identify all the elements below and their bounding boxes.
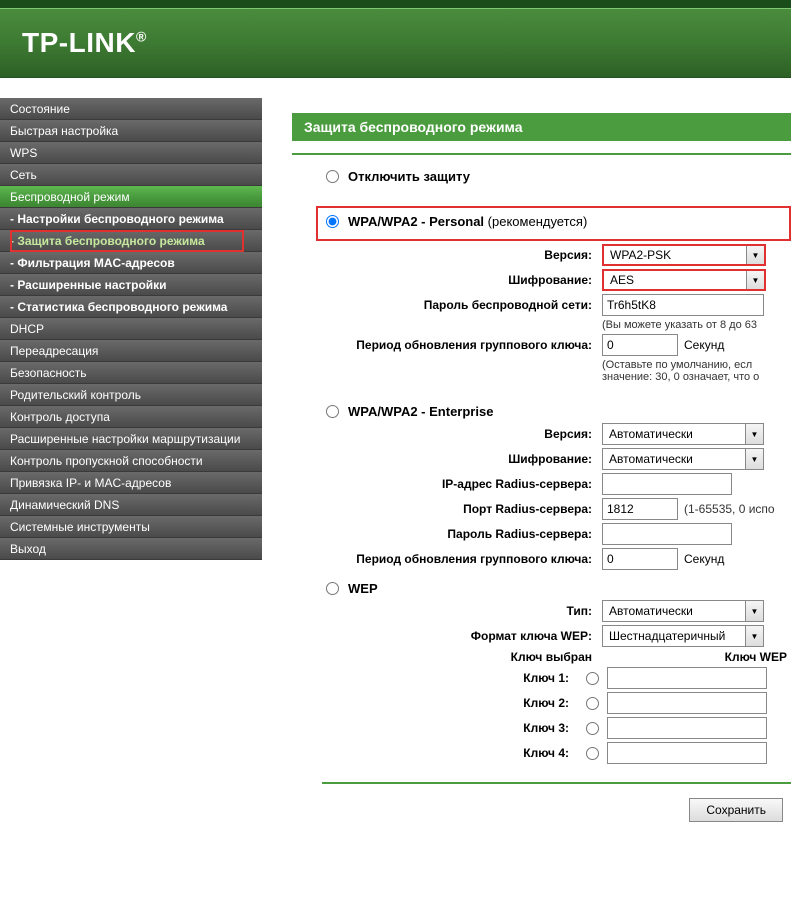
input-radius-port[interactable] [602, 498, 678, 520]
page-title: Защита беспроводного режима [292, 113, 791, 141]
radio-key3[interactable] [586, 722, 599, 735]
label-gkup: Период обновления группового ключа: [322, 338, 602, 352]
header-bar: TP-LINK® [0, 8, 791, 78]
nav-network[interactable]: Сеть [0, 164, 262, 186]
label-key2: Ключ 2: [322, 696, 577, 710]
nav-logout[interactable]: Выход [0, 538, 262, 560]
chevron-down-icon: ▼ [746, 271, 764, 289]
wpa-personal-highlight: WPA/WPA2 - Personal (рекомендуется) [316, 206, 791, 241]
nav-ip-mac-bind[interactable]: Привязка IP- и MAC-адресов [0, 472, 262, 494]
sidebar: Состояние Быстрая настройка WPS Сеть Бес… [0, 78, 262, 822]
nav-ddns[interactable]: Динамический DNS [0, 494, 262, 516]
label-ent-version: Версия: [322, 427, 602, 441]
radio-disable[interactable] [326, 170, 339, 183]
top-strip [0, 0, 791, 8]
label-version: Версия: [322, 248, 602, 262]
input-key4[interactable] [607, 742, 767, 764]
input-ent-gkup[interactable] [602, 548, 678, 570]
chevron-down-icon: ▼ [745, 626, 763, 646]
label-ent-gkup: Период обновления группового ключа: [322, 552, 602, 566]
select-wep-type[interactable]: Автоматически ▼ [602, 600, 764, 622]
select-wep-keyfmt[interactable]: Шестнадцатеричный ▼ [602, 625, 764, 647]
nav-wireless-settings[interactable]: - Настройки беспроводного режима [0, 208, 262, 230]
chevron-down-icon: ▼ [745, 601, 763, 621]
radio-wpa-enterprise[interactable] [326, 405, 339, 418]
brand-logo: TP-LINK® [22, 27, 147, 59]
nav-routing[interactable]: Расширенные настройки маршрутизации [0, 428, 262, 450]
label-key1: Ключ 1: [322, 671, 577, 685]
nav-quick-setup[interactable]: Быстрая настройка [0, 120, 262, 142]
radio-key4[interactable] [586, 747, 599, 760]
nav-status[interactable]: Состояние [0, 98, 262, 120]
label-wep-selected: Ключ выбран [322, 650, 602, 664]
input-key2[interactable] [607, 692, 767, 714]
nav-forwarding[interactable]: Переадресация [0, 340, 262, 362]
option-disable-label: Отключить защиту [348, 169, 470, 184]
input-key3[interactable] [607, 717, 767, 739]
label-ent-cipher: Шифрование: [322, 452, 602, 466]
option-disable-row: Отключить защиту [322, 169, 791, 184]
select-cipher[interactable]: AES ▼ [602, 269, 766, 291]
input-gkup[interactable] [602, 334, 678, 356]
nav-parental[interactable]: Родительский контроль [0, 384, 262, 406]
option-enterprise-row: WPA/WPA2 - Enterprise [322, 404, 791, 419]
option-personal-label: WPA/WPA2 - Personal (рекомендуется) [348, 214, 587, 229]
label-wep-type: Тип: [322, 604, 602, 618]
label-radius-pass: Пароль Radius-сервера: [322, 527, 602, 541]
select-version[interactable]: WPA2-PSK ▼ [602, 244, 766, 266]
nav-security[interactable]: Безопасность [0, 362, 262, 384]
chevron-down-icon: ▼ [745, 449, 763, 469]
label-cipher: Шифрование: [322, 273, 602, 287]
option-personal-row: WPA/WPA2 - Personal (рекомендуется) [322, 214, 785, 229]
nav-wps[interactable]: WPS [0, 142, 262, 164]
select-ent-cipher[interactable]: Автоматически ▼ [602, 448, 764, 470]
chevron-down-icon: ▼ [745, 424, 763, 444]
option-wep-label: WEP [348, 581, 378, 596]
label-radius-ip: IP-адрес Radius-сервера: [322, 477, 602, 491]
radio-key1[interactable] [586, 672, 599, 685]
content-area: Защита беспроводного режима Отключить за… [292, 78, 791, 822]
label-radius-port: Порт Radius-сервера: [322, 502, 602, 516]
option-enterprise-label: WPA/WPA2 - Enterprise [348, 404, 493, 419]
save-button[interactable]: Сохранить [689, 798, 783, 822]
nav-wireless[interactable]: Беспроводной режим [0, 186, 262, 208]
nav-mac-filter[interactable]: - Фильтрация MAC-адресов [0, 252, 262, 274]
nav-wireless-security[interactable]: - Защита беспроводного режима [0, 230, 262, 252]
input-key1[interactable] [607, 667, 767, 689]
nav-bandwidth[interactable]: Контроль пропускной способности [0, 450, 262, 472]
nav-advanced[interactable]: - Расширенные настройки [0, 274, 262, 296]
hint-password: (Вы можете указать от 8 до 63 [602, 319, 791, 331]
radio-key2[interactable] [586, 697, 599, 710]
input-radius-ip[interactable] [602, 473, 732, 495]
radio-wep[interactable] [326, 582, 339, 595]
select-ent-version[interactable]: Автоматически ▼ [602, 423, 764, 445]
radio-wpa-personal[interactable] [326, 215, 339, 228]
chevron-down-icon: ▼ [746, 246, 764, 264]
input-wifi-password[interactable] [602, 294, 764, 316]
nav-wireless-stats[interactable]: - Статистика беспроводного режима [0, 296, 262, 318]
option-wep-row: WEP [322, 581, 791, 596]
input-radius-pass[interactable] [602, 523, 732, 545]
label-key4: Ключ 4: [322, 746, 577, 760]
label-wep-keyfmt: Формат ключа WEP: [322, 629, 602, 643]
label-key3: Ключ 3: [322, 721, 577, 735]
header-wep-key: Ключ WEP [602, 650, 791, 664]
nav-access-control[interactable]: Контроль доступа [0, 406, 262, 428]
hint-gkup: (Оставьте по умолчанию, есл значение: 30… [602, 359, 791, 383]
nav-system-tools[interactable]: Системные инструменты [0, 516, 262, 538]
nav-dhcp[interactable]: DHCP [0, 318, 262, 340]
label-wifi-password: Пароль беспроводной сети: [322, 298, 602, 312]
